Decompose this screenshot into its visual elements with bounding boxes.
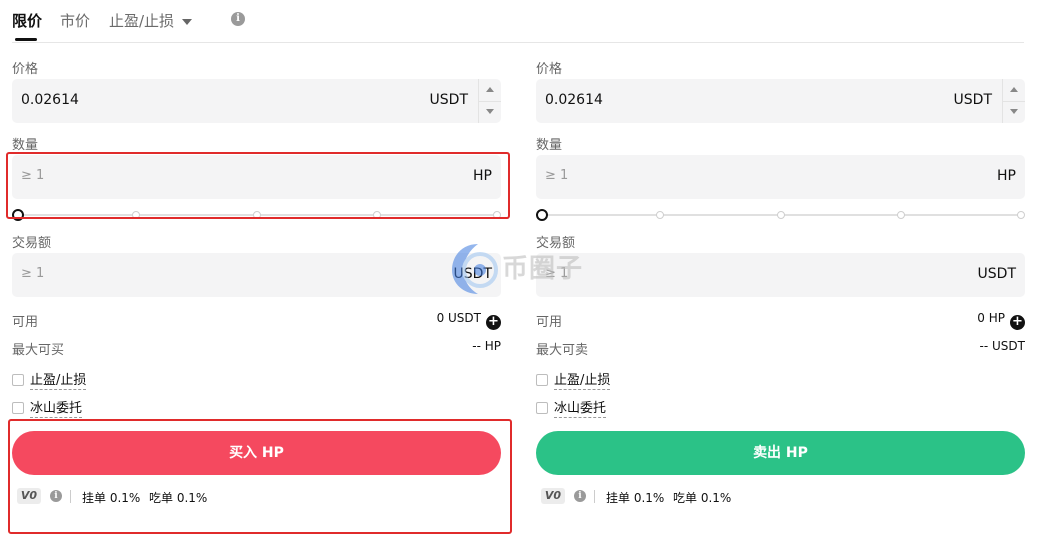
buy-qty-unit: HP	[473, 168, 492, 184]
sell-price-stepper	[1002, 79, 1025, 123]
maker-fee: 挂单 0.1%	[82, 491, 141, 505]
vip-level-badge: V0	[541, 488, 565, 504]
watermark: 币圈子	[448, 240, 598, 298]
sell-qty-placeholder: ≥ 1	[545, 168, 569, 183]
checkbox-box[interactable]	[12, 374, 24, 386]
sell-available-value: 0 HP	[977, 311, 1005, 325]
triangle-up-icon	[1010, 87, 1018, 92]
buy-price-label: 价格	[12, 62, 39, 77]
sell-available-row: 可用 0 HP +	[536, 311, 1025, 330]
sell-button[interactable]: 卖出 HP	[536, 431, 1025, 475]
buy-iceberg-label: 冰山委托	[30, 401, 83, 418]
sell-iceberg-label: 冰山委托	[554, 401, 607, 418]
sell-max-row: 最大可卖 -- USDT	[536, 339, 1025, 358]
slider-mark-75[interactable]	[373, 211, 381, 219]
slider-handle[interactable]	[12, 209, 24, 221]
sell-available-label: 可用	[536, 315, 563, 330]
buy-price-input[interactable]: 0.02614 USDT	[12, 79, 501, 123]
sell-price-value: 0.02614	[545, 92, 603, 108]
buy-max-label: 最大可买	[12, 343, 65, 358]
buy-price-increment-button[interactable]	[479, 79, 501, 102]
buy-qty-input[interactable]: ≥ 1 HP	[12, 155, 501, 199]
triangle-up-icon	[486, 87, 494, 92]
sell-max-label: 最大可卖	[536, 343, 589, 358]
sell-panel: 价格 0.02614 USDT 数量 ≥ 1 HP 交易额 ≥ 1 USDT 可…	[536, 0, 1025, 537]
buy-panel: 价格 0.02614 USDT 数量 ≥ 1 HP 交易额 ≥ 1 USDT 可…	[12, 0, 501, 537]
taker-fee: 吃单 0.1%	[149, 491, 208, 505]
slider-mark-100[interactable]	[1017, 211, 1025, 219]
taker-fee: 吃单 0.1%	[673, 491, 732, 505]
sell-price-increment-button[interactable]	[1003, 79, 1025, 102]
deposit-plus-icon[interactable]: +	[486, 315, 501, 330]
sell-price-decrement-button[interactable]	[1003, 101, 1025, 123]
slider-mark-25[interactable]	[132, 211, 140, 219]
deposit-plus-icon[interactable]: +	[1010, 315, 1025, 330]
buy-qty-label: 数量	[12, 138, 39, 153]
buy-qty-slider[interactable]	[12, 209, 501, 221]
sell-qty-label: 数量	[536, 138, 563, 153]
sell-tpsl-label: 止盈/止损	[554, 373, 611, 390]
sell-price-input[interactable]: 0.02614 USDT	[536, 79, 1025, 123]
buy-amount-label: 交易额	[12, 236, 52, 251]
sell-price-unit: USDT	[953, 92, 992, 108]
buy-price-unit: USDT	[429, 92, 468, 108]
sell-available-value-wrap: 0 HP +	[977, 311, 1025, 330]
triangle-down-icon	[486, 109, 494, 114]
fee-info-icon[interactable]: i	[50, 490, 62, 502]
buy-available-value: 0 USDT	[436, 311, 481, 325]
triangle-down-icon	[1010, 109, 1018, 114]
slider-mark-50[interactable]	[777, 211, 785, 219]
buy-amount-input[interactable]: ≥ 1 USDT	[12, 253, 501, 297]
sell-amount-unit: USDT	[977, 266, 1016, 282]
buy-price-decrement-button[interactable]	[479, 101, 501, 123]
divider	[594, 490, 595, 503]
buy-available-value-wrap: 0 USDT +	[437, 311, 501, 330]
sell-price-label: 价格	[536, 62, 563, 77]
sell-amount-input[interactable]: ≥ 1 USDT	[536, 253, 1025, 297]
buy-available-row: 可用 0 USDT +	[12, 311, 501, 330]
watermark-logo-icon	[452, 244, 498, 294]
sell-max-value: -- USDT	[979, 339, 1025, 353]
buy-available-label: 可用	[12, 315, 39, 330]
buy-max-value: -- HP	[472, 339, 501, 353]
divider	[70, 490, 71, 503]
maker-fee: 挂单 0.1%	[606, 491, 665, 505]
slider-mark-100[interactable]	[493, 211, 501, 219]
slider-handle[interactable]	[536, 209, 548, 221]
vip-level-badge: V0	[17, 488, 41, 504]
slider-mark-25[interactable]	[656, 211, 664, 219]
buy-max-row: 最大可买 -- HP	[12, 339, 501, 358]
checkbox-box[interactable]	[12, 402, 24, 414]
buy-tpsl-label: 止盈/止损	[30, 373, 87, 390]
slider-mark-50[interactable]	[253, 211, 261, 219]
sell-qty-unit: HP	[997, 168, 1016, 184]
buy-price-value: 0.02614	[21, 92, 79, 108]
sell-qty-slider[interactable]	[536, 209, 1025, 221]
buy-qty-placeholder: ≥ 1	[21, 168, 45, 183]
buy-button[interactable]: 买入 HP	[12, 431, 501, 475]
watermark-text: 币圈子	[502, 254, 584, 284]
sell-qty-input[interactable]: ≥ 1 HP	[536, 155, 1025, 199]
buy-amount-placeholder: ≥ 1	[21, 266, 45, 281]
fee-info-icon[interactable]: i	[574, 490, 586, 502]
buy-price-stepper	[478, 79, 501, 123]
slider-mark-75[interactable]	[897, 211, 905, 219]
checkbox-box[interactable]	[536, 402, 548, 414]
checkbox-box[interactable]	[536, 374, 548, 386]
